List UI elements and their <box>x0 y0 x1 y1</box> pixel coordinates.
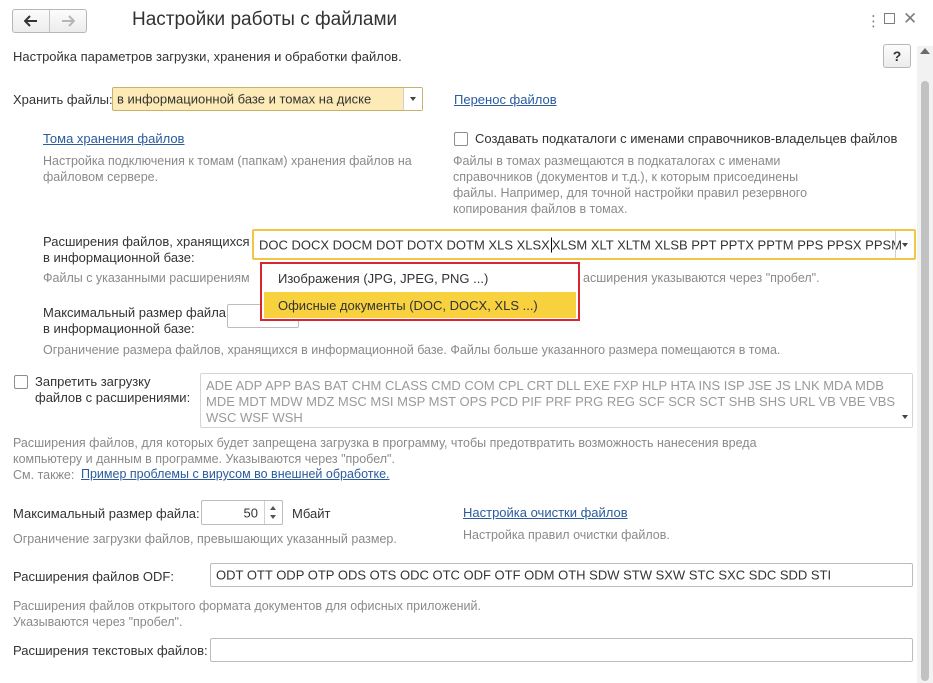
ib-extensions-label-1: Расширения файлов, хранящихся <box>43 234 250 249</box>
odf-extensions-value: ODT OTT ODP OTP ODS OTS ODC OTC ODF OTF … <box>216 567 832 583</box>
ib-extensions-hint-right: асширения указываются через "пробел". <box>583 271 820 285</box>
forward-button[interactable] <box>50 10 86 32</box>
ib-max-size-label-2: в информационной базе: <box>43 321 195 336</box>
text-extensions-input[interactable] <box>210 638 913 662</box>
ib-extensions-hint-left: Файлы с указанными расширениям <box>43 271 250 285</box>
subfolders-label: Создавать подкаталоги с именами справочн… <box>475 131 898 146</box>
ib-max-size-label-1: Максимальный размер файла <box>43 305 227 320</box>
spin-up-icon[interactable] <box>270 506 276 510</box>
dropdown-item-images[interactable]: Изображения (JPG, JPEG, PNG ...) <box>264 265 576 291</box>
subfolders-hint: Файлы в томах размещаются в подкаталогах… <box>453 154 808 216</box>
arrow-left-icon <box>24 15 37 27</box>
storage-label: Хранить файлы: <box>13 92 113 107</box>
max-size-value: 50 <box>243 505 258 520</box>
odf-label: Расширения файлов ODF: <box>13 569 174 584</box>
chevron-down-icon[interactable] <box>902 415 908 419</box>
help-button[interactable]: ? <box>883 44 911 68</box>
odf-extensions-input[interactable]: ODT OTT ODP OTP ODS OTS ODC OTC ODF OTF … <box>210 563 913 587</box>
volumes-hint: Настройка подключения к томам (папкам) х… <box>43 154 412 184</box>
scroll-up-icon[interactable] <box>920 48 930 54</box>
subfolders-checkbox[interactable] <box>454 132 468 146</box>
ib-extensions-dropdown-button[interactable] <box>895 231 914 258</box>
more-icon[interactable]: ⋮ <box>866 12 881 30</box>
forbid-extensions-value: ADE ADP APP BAS BAT CHM CLASS CMD COM CP… <box>206 378 896 425</box>
transfer-files-link[interactable]: Перенос файлов <box>454 92 557 107</box>
forbid-checkbox[interactable] <box>14 375 28 389</box>
storage-dropdown-button[interactable] <box>403 88 422 110</box>
virus-example-link[interactable]: Пример проблемы с вирусом во внешней обр… <box>81 467 390 481</box>
ib-extensions-value: DOC DOCX DOCM DOT DOTX DOTM XLS XLSX XLSM… <box>259 237 903 252</box>
forbid-hint-2: компьютеру и данным в программе. Указыва… <box>13 452 395 466</box>
spin-down-icon[interactable] <box>270 515 276 519</box>
max-size-label: Максимальный размер файла: <box>13 506 200 521</box>
ib-extensions-input[interactable]: DOC DOCX DOCM DOT DOTX DOTM XLS XLSX XLSM… <box>252 229 916 260</box>
extensions-dropdown-list: Изображения (JPG, JPEG, PNG ...) Офисные… <box>260 262 580 321</box>
text-extensions-label: Расширения текстовых файлов: <box>13 643 208 658</box>
forbid-extensions-textarea[interactable]: ADE ADP APP BAS BAT CHM CLASS CMD COM CP… <box>200 373 913 428</box>
cleanup-hint: Настройка правил очистки файлов. <box>463 528 670 542</box>
close-icon[interactable]: ✕ <box>903 9 917 29</box>
storage-select-value: в информационной базе и томах на диске <box>117 91 372 107</box>
back-button[interactable] <box>13 10 50 32</box>
cleanup-settings-link[interactable]: Настройка очистки файлов <box>463 505 628 520</box>
navigation-buttons <box>12 9 87 33</box>
vertical-scrollbar[interactable] <box>917 46 933 683</box>
see-also-label: См. также: <box>13 468 75 482</box>
volumes-link[interactable]: Тома хранения файлов <box>43 131 184 146</box>
forbid-label-2: файлов с расширениями: <box>35 390 191 405</box>
chevron-down-icon <box>410 97 416 101</box>
storage-select[interactable]: в информационной базе и томах на диске <box>112 87 423 111</box>
dropdown-item-office[interactable]: Офисные документы (DOC, DOCX, XLS ...) <box>264 292 576 318</box>
page-subtitle: Настройка параметров загрузки, хранения … <box>13 49 402 64</box>
forbid-hint-1: Расширения файлов, для которых будет зап… <box>13 436 757 450</box>
max-size-unit: Мбайт <box>292 506 331 521</box>
max-size-spinner[interactable] <box>264 501 282 524</box>
scroll-thumb[interactable] <box>921 81 929 681</box>
maximize-icon[interactable] <box>884 11 895 28</box>
odf-hint-1: Расширения файлов открытого формата доку… <box>13 599 481 613</box>
arrow-right-icon <box>62 15 75 27</box>
ib-max-size-hint: Ограничение размера файлов, хранящихся в… <box>43 343 781 357</box>
ib-extensions-label-2: в информационной базе: <box>43 250 195 265</box>
max-size-input[interactable]: 50 <box>201 500 283 525</box>
chevron-down-icon <box>902 242 908 247</box>
odf-hint-2: Указываются через "пробел". <box>13 615 183 629</box>
window-title: Настройки работы с файлами <box>132 9 398 30</box>
forbid-label-1: Запретить загрузку <box>35 374 151 389</box>
max-size-hint: Ограничение загрузки файлов, превышающих… <box>13 532 397 546</box>
